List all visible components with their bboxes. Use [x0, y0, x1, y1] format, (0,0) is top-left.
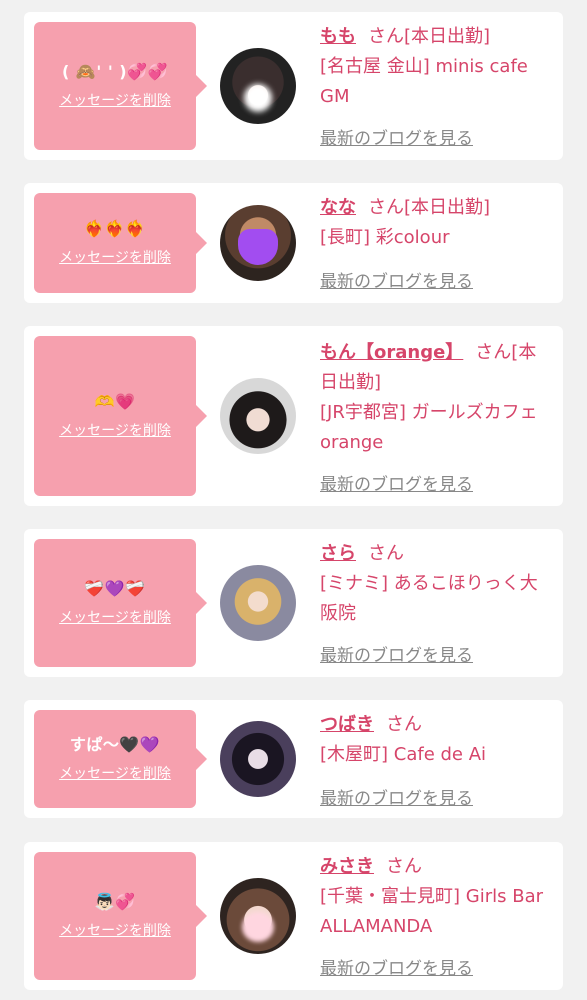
- avatar[interactable]: [220, 565, 296, 641]
- cast-name-link[interactable]: もも: [320, 26, 356, 47]
- delete-message-link[interactable]: メッセージを削除: [59, 247, 171, 267]
- message-text: ❤️‍🩹💜❤️‍🩹: [84, 578, 146, 598]
- work-status: [本日出勤]: [404, 26, 491, 47]
- latest-blog-link[interactable]: 最新のブログを見る: [320, 124, 473, 149]
- cast-card: 🫶💗 メッセージを削除 もん【orange】 さん[本日出勤] [JR宇都宮] ガ…: [24, 326, 563, 506]
- cast-name-link[interactable]: みさき: [320, 856, 374, 877]
- cast-info: つばき さん [木屋町] Cafe de Ai 最新のブログを見る: [320, 700, 549, 818]
- delete-message-link[interactable]: メッセージを削除: [59, 607, 171, 627]
- delete-message-link[interactable]: メッセージを削除: [59, 90, 171, 110]
- honorific: さん: [386, 714, 422, 735]
- shop-name: [JR宇都宮] ガールズカフェ orange: [320, 402, 538, 453]
- message-text: 👼🏻💞: [94, 891, 136, 911]
- cast-info: さら さん [ミナミ] あるこほりっく大阪院 最新のブログを見る: [320, 529, 549, 677]
- cast-info: なな さん[本日出勤] [長町] 彩colour 最新のブログを見る: [320, 183, 549, 303]
- privacy-blur-overlay: [244, 84, 272, 112]
- cast-name-link[interactable]: つばき: [320, 714, 374, 735]
- avatar[interactable]: [220, 878, 296, 954]
- delete-message-link[interactable]: メッセージを削除: [59, 763, 171, 783]
- purple-heart-sticker: [238, 229, 278, 265]
- message-text: ( 🙈' ' )💞💞: [62, 61, 168, 81]
- name-line: さら さん: [320, 529, 549, 569]
- cast-card: すぱ〜🖤💜 メッセージを削除 つばき さん [木屋町] Cafe de Ai 最新…: [24, 700, 563, 818]
- latest-blog-link[interactable]: 最新のブログを見る: [320, 954, 473, 979]
- message-bubble: ❤️‍🩹💜❤️‍🩹 メッセージを削除: [34, 539, 207, 667]
- message-bubble: ( 🙈' ' )💞💞 メッセージを削除: [34, 22, 207, 150]
- cast-name-link[interactable]: なな: [320, 197, 356, 218]
- cast-name-link[interactable]: さら: [320, 543, 356, 564]
- honorific: さん: [386, 856, 422, 877]
- cast-card: ( 🙈' ' )💞💞 メッセージを削除 もも さん[本日出勤] [名古屋 金山] …: [24, 12, 563, 160]
- name-line: なな さん[本日出勤]: [320, 183, 549, 223]
- message-text: 🫶💗: [94, 391, 136, 411]
- message-bubble: 👼🏻💞 メッセージを削除: [34, 852, 207, 980]
- favorite-cast-list: ( 🙈' ' )💞💞 メッセージを削除 もも さん[本日出勤] [名古屋 金山] …: [0, 0, 587, 1000]
- latest-blog-link[interactable]: 最新のブログを見る: [320, 470, 473, 495]
- name-line: もも さん[本日出勤]: [320, 12, 549, 52]
- cast-card: 👼🏻💞 メッセージを削除 みさき さん [千葉・富士見町] Girls Bar A…: [24, 842, 563, 990]
- name-line: もん【orange】 さん[本日出勤]: [320, 326, 549, 398]
- latest-blog-link[interactable]: 最新のブログを見る: [320, 784, 473, 809]
- shop-name: [千葉・富士見町] Girls Bar ALLAMANDA: [320, 886, 543, 937]
- name-line: みさき さん: [320, 842, 549, 882]
- work-status: [本日出勤]: [404, 197, 491, 218]
- cast-info: みさき さん [千葉・富士見町] Girls Bar ALLAMANDA 最新のブ…: [320, 842, 549, 990]
- message-text: ❤️‍🔥❤️‍🔥❤️‍🔥: [84, 218, 146, 238]
- shop-name: [ミナミ] あるこほりっく大阪院: [320, 573, 538, 624]
- avatar[interactable]: [220, 205, 296, 281]
- latest-blog-link[interactable]: 最新のブログを見る: [320, 267, 473, 292]
- honorific: さん: [368, 197, 404, 218]
- message-bubble: すぱ〜🖤💜 メッセージを削除: [34, 710, 207, 808]
- cast-card: ❤️‍🩹💜❤️‍🩹 メッセージを削除 さら さん [ミナミ] あるこほりっく大阪院…: [24, 529, 563, 677]
- avatar[interactable]: [220, 721, 296, 797]
- shop-name: [長町] 彩colour: [320, 227, 450, 248]
- cast-info: もん【orange】 さん[本日出勤] [JR宇都宮] ガールズカフェ orang…: [320, 326, 549, 506]
- cast-card: ❤️‍🔥❤️‍🔥❤️‍🔥 メッセージを削除 なな さん[本日出勤] [長町] 彩c…: [24, 183, 563, 303]
- name-line: つばき さん: [320, 700, 549, 740]
- message-text: すぱ〜🖤💜: [69, 734, 161, 754]
- cast-info: もも さん[本日出勤] [名古屋 金山] minis cafe GM 最新のブログ…: [320, 12, 549, 160]
- shop-name: [木屋町] Cafe de Ai: [320, 744, 487, 765]
- cast-name-link[interactable]: もん【orange】: [320, 342, 463, 363]
- delete-message-link[interactable]: メッセージを削除: [59, 420, 171, 440]
- shop-name: [名古屋 金山] minis cafe GM: [320, 56, 528, 107]
- avatar[interactable]: [220, 378, 296, 454]
- message-bubble: 🫶💗 メッセージを削除: [34, 336, 207, 496]
- honorific: さん: [368, 543, 404, 564]
- latest-blog-link[interactable]: 最新のブログを見る: [320, 641, 473, 666]
- honorific: さん: [475, 342, 512, 363]
- honorific: さん: [368, 26, 404, 47]
- delete-message-link[interactable]: メッセージを削除: [59, 920, 171, 940]
- privacy-blur-overlay: [242, 912, 274, 942]
- message-bubble: ❤️‍🔥❤️‍🔥❤️‍🔥 メッセージを削除: [34, 193, 207, 293]
- avatar[interactable]: [220, 48, 296, 124]
